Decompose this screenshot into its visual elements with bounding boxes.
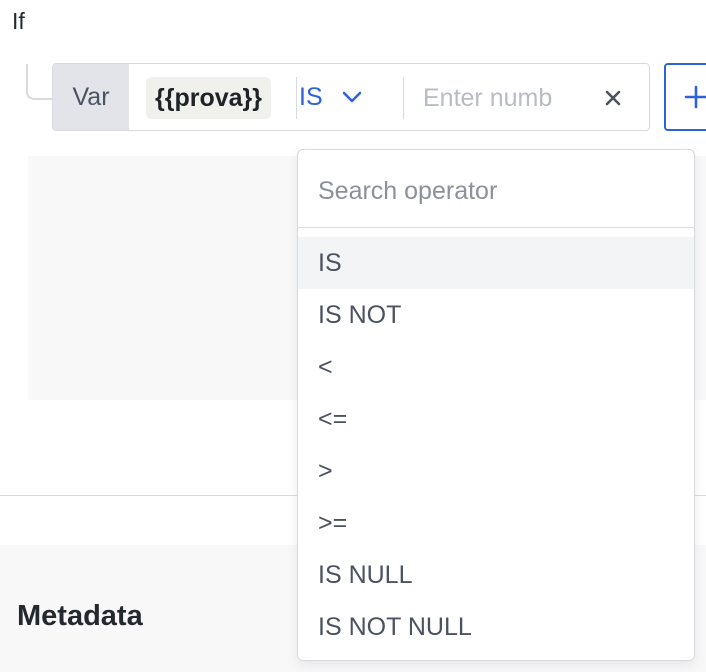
condition-row: Var {{prova}} IS	[52, 63, 650, 131]
var-type-label[interactable]: Var	[53, 64, 129, 130]
tree-connector	[26, 64, 54, 100]
operator-dropdown: IS IS NOT < <= > >= IS NULL IS NOT NULL	[297, 149, 695, 661]
value-input[interactable]	[423, 76, 583, 120]
close-icon	[605, 90, 621, 106]
operator-option-is[interactable]: IS	[298, 237, 694, 289]
operator-options: IS IS NOT < <= > >= IS NULL IS NOT NULL	[298, 237, 694, 653]
operator-option-is-not-null[interactable]: IS NOT NULL	[298, 601, 694, 653]
operator-select[interactable]: IS	[299, 64, 363, 130]
operator-option-is-null[interactable]: IS NULL	[298, 549, 694, 601]
separator	[296, 77, 297, 119]
separator	[403, 77, 404, 119]
metadata-title: Metadata	[17, 600, 143, 632]
plus-icon	[684, 85, 706, 109]
operator-option-is-not[interactable]: IS NOT	[298, 289, 694, 341]
variable-chip[interactable]: {{prova}}	[146, 77, 271, 119]
if-label: If	[12, 8, 25, 34]
chevron-down-icon	[342, 91, 361, 103]
operator-option-less-than[interactable]: <	[298, 341, 694, 393]
operator-option-greater-than[interactable]: >	[298, 445, 694, 497]
operator-option-less-equal[interactable]: <=	[298, 393, 694, 445]
clear-button[interactable]	[602, 87, 624, 109]
operator-value: IS	[299, 82, 323, 111]
operator-option-greater-equal[interactable]: >=	[298, 497, 694, 549]
add-condition-button[interactable]	[664, 63, 706, 131]
search-divider	[298, 227, 694, 228]
operator-search-input[interactable]	[318, 166, 678, 216]
